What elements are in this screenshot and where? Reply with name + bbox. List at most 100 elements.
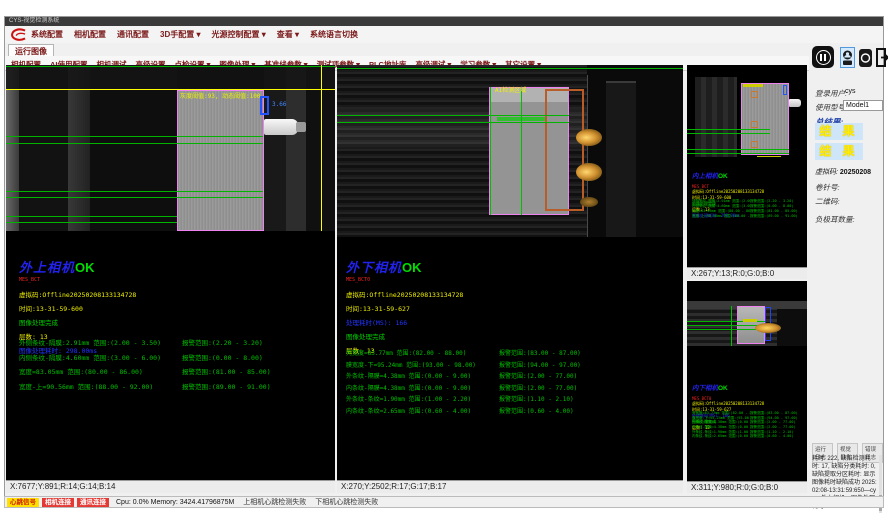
alarm-range: 报警范围:(1.10 - 2.10) xyxy=(499,394,574,406)
camera-image-mini-top[interactable] xyxy=(687,77,807,157)
green-vertical-line xyxy=(490,87,491,215)
camera-image-left[interactable]: 灰度阈值:93, 动态阈值:100 3.66 xyxy=(6,65,335,231)
gold-contact xyxy=(576,163,602,181)
status-bar: 心跳信号相机连接通讯连接 Cpu: 0.0% Memory: 3424.4179… xyxy=(4,496,884,508)
camera-panel-mini-top: 内上相机OK MES_BCT 虚拟码:Offline20250208133134… xyxy=(687,65,807,279)
connector-tip xyxy=(296,122,306,132)
status-badge: 通讯连接 xyxy=(77,498,109,507)
heartbeat-msg-upper: 上相机心跳检测失败 xyxy=(243,497,306,507)
green-line xyxy=(6,136,263,137)
measurement-value: 内条纹-条纹=2.65mm 范围:(0.60 - 4.00) xyxy=(692,434,750,439)
heartbeat-msg-lower: 下相机心跳检测失败 xyxy=(315,497,378,507)
measurement-value: 宽度-上=90.56mm 范围:(88.00 - 92.00) xyxy=(692,214,750,219)
coord-bar-mini-top: X:267;Y:13;R:0;G:0;B:0 xyxy=(687,267,807,279)
ai-region-label: AI检测区域 xyxy=(495,85,526,94)
exit-door-icon xyxy=(875,47,888,68)
barcode-value: 20250208 xyxy=(840,169,871,176)
needle-label: 卷针号: xyxy=(815,182,840,193)
green-line xyxy=(687,133,770,134)
coord-bar-mini-bottom: X:311;Y:980;R:0;G:0;B:0 xyxy=(687,481,807,493)
pause-button[interactable] xyxy=(812,46,834,68)
screen: { "window": {"title": "CYS-视觉检测系统"}, "me… xyxy=(0,0,888,522)
measurement-row: 外条纹-隔膜=4.38mm 范围:(0.00 - 9.00) 报警范围:(2.0… xyxy=(346,371,676,383)
tiny-yellow-label xyxy=(743,84,763,87)
orange-roi-box xyxy=(545,89,584,211)
alarm-range: 报警范围:(0.60 - 4.00) xyxy=(750,434,794,439)
menu-item[interactable]: 通讯配置 xyxy=(117,29,149,40)
blue-marker-box xyxy=(783,85,787,95)
lens-button[interactable] xyxy=(859,49,872,67)
alarm-range: 报警范围:(2.20 - 3.20) xyxy=(182,337,263,352)
mes-label: MES_BCT xyxy=(19,277,136,283)
cpu-memory-text: Cpu: 0.0% Memory: 3424.41796875M xyxy=(116,499,234,506)
camera-panel-left: 灰度阈值:93, 动态阈值:100 3.66 外上相机OK MES_BCT 虚拟… xyxy=(6,65,335,493)
tiny-yellow-label xyxy=(743,319,757,322)
camera-status: OK xyxy=(75,260,95,275)
mes-label: MES_BCT0 xyxy=(346,277,463,283)
model-input[interactable]: Model1 xyxy=(843,100,883,111)
camera-status: OK xyxy=(402,260,422,275)
green-vertical-line xyxy=(731,306,732,346)
measurement-rows-middle: 壳宽度=83.77mm 范围:(82.00 - 88.00) 报警范围:(83.… xyxy=(346,348,676,418)
blue-marker-label: 3.66 xyxy=(272,101,286,108)
measurement-value: 内侧条纹-隔膜:4.60mm 范围:(3.00 - 6.00) xyxy=(19,352,182,367)
alarm-range: 报警范围:(89.00 - 91.00) xyxy=(182,381,271,396)
menu-item[interactable]: 系统配置 xyxy=(31,29,63,40)
coord-value: X:311;Y:980;R:0;G:0;B:0 xyxy=(691,483,778,492)
camera-image-middle[interactable]: AI检测区域 xyxy=(337,65,683,237)
cell-region-box xyxy=(177,90,264,231)
machine-edge xyxy=(587,75,588,237)
measurement-value: 宽度=83.05mm 范围:(80.00 - 86.00) xyxy=(19,366,182,381)
barcode-row: 虚拟码: 20250208 xyxy=(815,167,871,177)
threshold-overlay-label: 灰度阈值:93, 动态阈值:100 xyxy=(180,91,261,100)
elapsed-line: 处理耗时(MS): 166 xyxy=(346,317,463,327)
green-line xyxy=(687,129,770,130)
camera-status: OK xyxy=(718,173,728,180)
measurement-value: 外条纹-条纹=1.90mm 范围:(1.00 - 2.20) xyxy=(346,394,499,406)
measurement-row: 膜宽度-下=95.24mm 范围:(93.00 - 98.00) 报警范围:(9… xyxy=(346,360,676,372)
measurement-value: 外条纹-隔膜=4.38mm 范围:(0.00 - 9.00) xyxy=(346,371,499,383)
login-user-value: cys xyxy=(845,88,856,95)
measurement-rows-mini-bottom: 壳宽度=83.77mm 范围:(82.00 - 88.00) 报警范围:(83.… xyxy=(692,411,804,439)
green-line xyxy=(687,153,789,154)
measurement-rows-mini-top: 外侧条纹-隔膜:2.91mm 范围:(2.00 - 3.50) 报警范围:(2.… xyxy=(692,199,804,219)
green-line xyxy=(6,197,263,198)
machine-band xyxy=(695,77,737,157)
alarm-range: 报警范围:(0.60 - 4.00) xyxy=(499,406,574,418)
measurement-row: 内条纹-条纹=2.65mm 范围:(0.60 - 4.00) 报警范围:(0.6… xyxy=(346,406,676,418)
camera-status: OK xyxy=(718,385,728,392)
green-line xyxy=(6,66,335,67)
menu-item[interactable]: 相机配置 xyxy=(74,29,106,40)
camera-name: 外上相机 xyxy=(19,260,75,275)
menu-item[interactable]: 查看 ▾ xyxy=(277,29,299,40)
status-badge: 相机连接 xyxy=(42,498,74,507)
tiny-yellow-label xyxy=(757,156,781,157)
measurement-row: 内侧条纹-隔膜:4.60mm 范围:(3.00 - 6.00) 报警范围:(0.… xyxy=(19,352,331,367)
machine-block xyxy=(606,81,636,237)
coord-value: X:270;Y:2502;R:17;G:17;B:17 xyxy=(341,482,446,491)
measurement-row: 内条纹-隔膜=4.38mm 范围:(0.00 - 9.00) 报警范围:(2.0… xyxy=(346,383,676,395)
alarm-range: 报警范围:(0.00 - 8.00) xyxy=(182,352,263,367)
measurement-rows-left: 外侧条纹-隔膜:2.91mm 范围:(2.00 - 3.50) 报警范围:(2.… xyxy=(19,337,331,395)
green-vertical-line xyxy=(521,87,522,215)
measurement-row: 内条纹-条纹=2.65mm 范围:(0.60 - 4.00) 报警范围:(0.6… xyxy=(692,434,804,439)
connector-part xyxy=(264,119,298,135)
camera-name: 内下相机 xyxy=(692,385,718,392)
menu-bar: 系统配置相机配置通讯配置 3D手配置 ▾ 光源控制配置 ▾ 查看 ▾ 系统语言切换 xyxy=(5,26,883,44)
menu-item[interactable]: 3D手配置 ▾ xyxy=(160,29,200,40)
green-line xyxy=(6,143,263,144)
tab-run-image-label: 运行图像 xyxy=(15,47,47,56)
alarm-range: 报警范围:(89.00 - 91.00) xyxy=(750,214,798,219)
measurement-row: 壳宽度=83.77mm 范围:(82.00 - 88.00) 报警范围:(83.… xyxy=(346,348,676,360)
login-user-label: 登录用户: xyxy=(815,88,847,99)
orange-marker xyxy=(751,141,758,148)
exit-button[interactable] xyxy=(875,47,888,68)
alarm-range: 报警范围:(81.00 - 85.00) xyxy=(182,366,271,381)
camera-image-mini-bottom[interactable] xyxy=(687,301,807,346)
green-line xyxy=(687,149,789,150)
user-mode-button[interactable] xyxy=(840,47,855,68)
measurement-row: 外侧条纹-隔膜:2.91mm 范围:(2.00 - 3.50) 报警范围:(2.… xyxy=(19,337,331,352)
menu-item[interactable]: 光源控制配置 ▾ xyxy=(211,29,265,40)
green-line xyxy=(337,68,683,69)
menu-item[interactable]: 系统语言切换 xyxy=(310,29,358,40)
